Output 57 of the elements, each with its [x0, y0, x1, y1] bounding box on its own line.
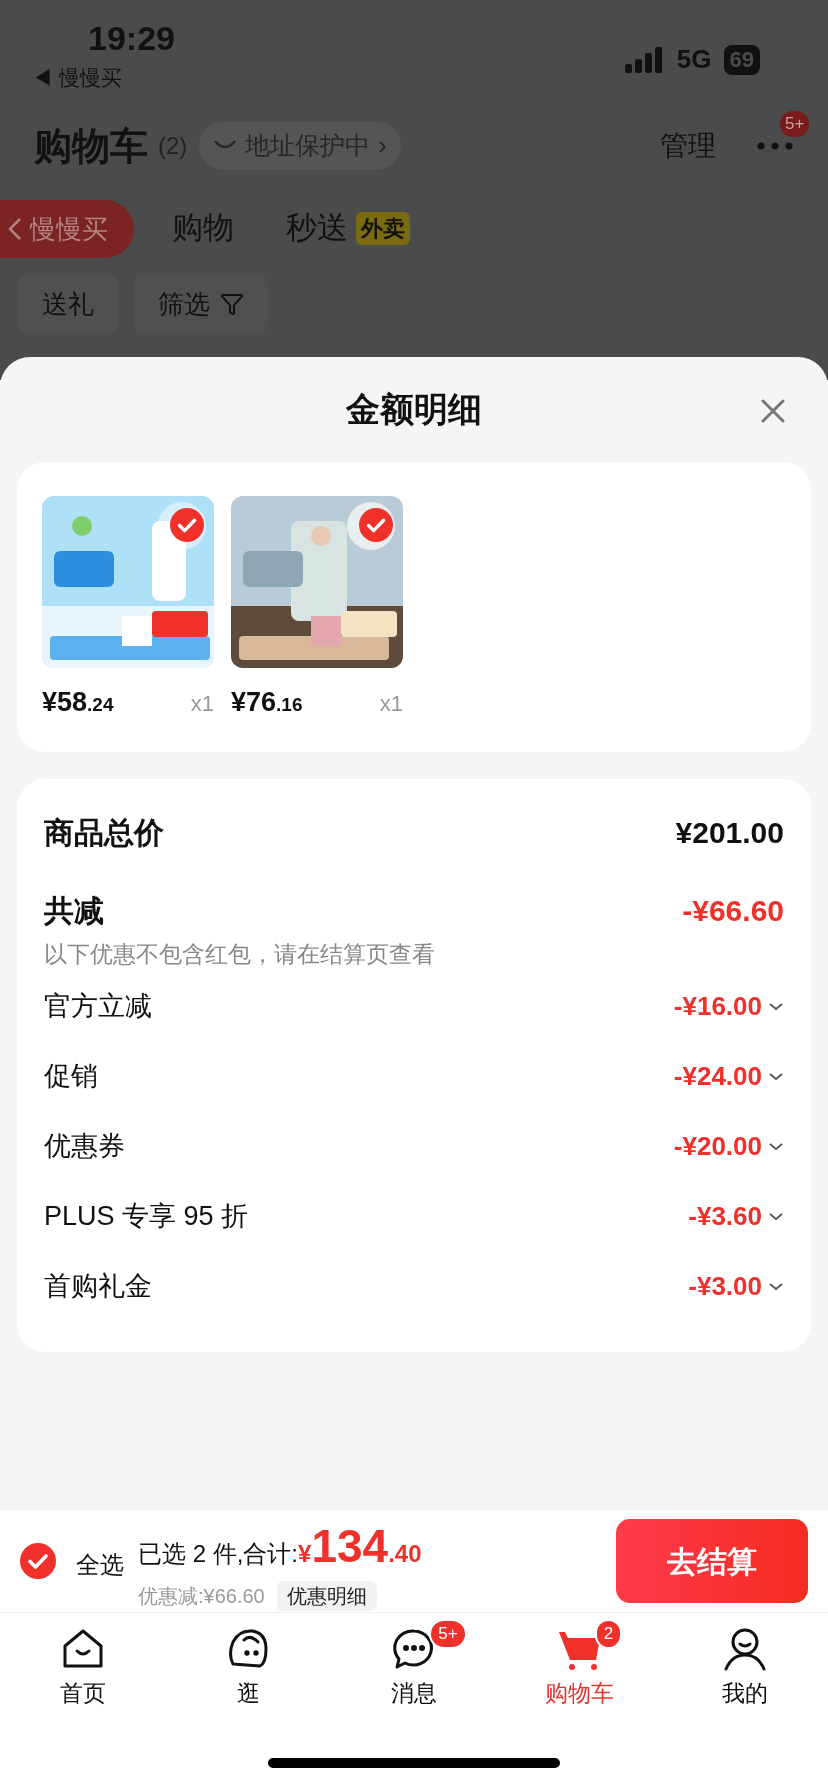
- discount-label: 优惠券: [44, 1130, 125, 1164]
- discount-value: -¥3.60: [688, 1200, 762, 1233]
- chevron-down-icon: [768, 1281, 784, 1292]
- summary-value: -¥66.60: [682, 892, 784, 929]
- checked-icon[interactable]: [170, 508, 204, 542]
- saved-amount: 优惠减:¥66.60: [138, 1583, 265, 1609]
- selection-summary: 已选 2 件,合计:: [138, 1538, 299, 1569]
- discount-note: 以下优惠不包含红包，请在结算页查看: [44, 940, 436, 969]
- discount-value: -¥24.00: [673, 1060, 762, 1093]
- checked-icon[interactable]: [20, 1543, 56, 1579]
- discount-row[interactable]: 优惠券 -¥20.00: [44, 1111, 784, 1182]
- discount-row[interactable]: 首购礼金 -¥3.00: [44, 1251, 784, 1322]
- battery-level: 69: [723, 44, 760, 75]
- funnel-icon: [220, 292, 244, 316]
- tab-bar-item[interactable]: 消息 5+: [331, 1613, 497, 1723]
- quantity: x1: [379, 690, 403, 718]
- discount-label: PLUS 专享 95 折: [44, 1200, 249, 1234]
- select-all-label[interactable]: 全选: [76, 1547, 124, 1583]
- category-tab[interactable]: 秒送 外卖: [286, 204, 410, 252]
- discount-row[interactable]: PLUS 专享 95 折 -¥3.60: [44, 1181, 784, 1252]
- discount-label: 促销: [44, 1060, 98, 1094]
- more-icon[interactable]: [756, 141, 794, 151]
- badge: 2: [594, 1619, 623, 1649]
- discount-row[interactable]: 促销 -¥24.00: [44, 1041, 784, 1112]
- summary-label: 商品总价: [44, 814, 164, 851]
- discount-row[interactable]: 官方立减 -¥16.00: [44, 971, 784, 1042]
- chevron-left-icon: [8, 217, 22, 241]
- discount-details-chip[interactable]: 优惠明细: [276, 1580, 377, 1611]
- discount-label: 官方立减: [44, 990, 152, 1024]
- badge: 5+: [429, 1619, 467, 1649]
- product-price: ¥58.24: [42, 686, 114, 719]
- sheet-title: 金额明细: [346, 389, 482, 430]
- chevron-down-icon: [768, 1211, 784, 1222]
- network-label: 5G: [676, 43, 712, 76]
- notification-badge: 5+: [780, 111, 810, 137]
- tab-bar-item[interactable]: 逛: [165, 1613, 332, 1723]
- signal-icon: [624, 46, 665, 73]
- discount-value: -¥16.00: [673, 990, 762, 1023]
- chevron-down-icon: [768, 1001, 784, 1012]
- checkout-button[interactable]: 去结算: [616, 1519, 808, 1603]
- tab-bar-item[interactable]: 首页: [0, 1613, 166, 1723]
- tag-badge: 外卖: [356, 211, 410, 245]
- product-price: ¥76.16: [231, 686, 303, 719]
- tab-bar-item[interactable]: 我的: [662, 1613, 828, 1723]
- total-amount: ¥134.40: [298, 1518, 422, 1574]
- discount-label: 首购礼金: [44, 1270, 152, 1304]
- status-time: 19:29: [88, 18, 175, 58]
- summary-label: 共减: [44, 892, 104, 929]
- page-title: 购物车: [34, 123, 148, 169]
- chevron-down-icon: [768, 1071, 784, 1082]
- summary-value: ¥201.00: [675, 814, 784, 851]
- chevron-down-icon: [768, 1141, 784, 1152]
- tab-bar-item[interactable]: 购物车 2: [496, 1613, 663, 1723]
- checked-icon[interactable]: [359, 508, 393, 542]
- quantity: x1: [190, 690, 214, 718]
- discount-value: -¥3.00: [688, 1270, 762, 1303]
- discount-value: -¥20.00: [673, 1130, 762, 1163]
